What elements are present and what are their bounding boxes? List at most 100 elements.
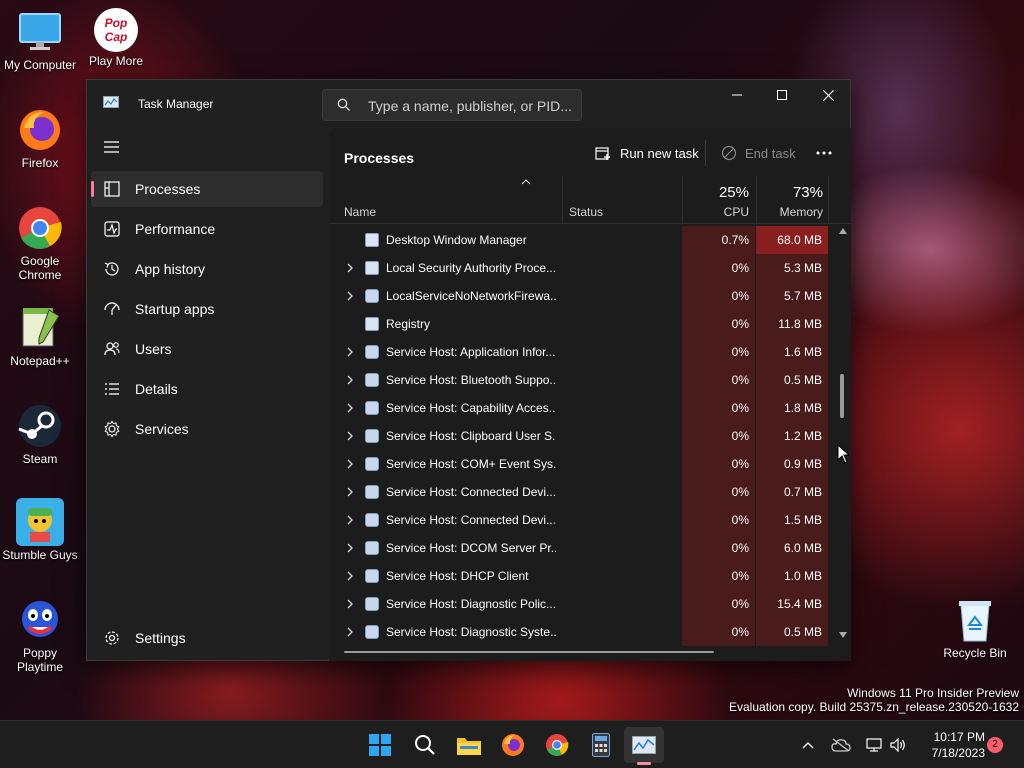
network-icon bbox=[866, 738, 882, 752]
run-new-task-button[interactable]: Run new task bbox=[587, 138, 699, 168]
taskbar-chrome[interactable] bbox=[537, 727, 577, 763]
desk-icon-recycle[interactable]: Recycle Bin bbox=[935, 596, 1015, 660]
sidebar-item-startup-apps[interactable]: Startup apps bbox=[91, 291, 323, 327]
table-row[interactable]: Desktop Window Manager 0.7% 68.0 MB bbox=[329, 226, 839, 254]
popcap-icon: Pop Cap bbox=[94, 8, 138, 52]
maximize-button[interactable] bbox=[759, 80, 805, 110]
table-row[interactable]: Service Host: Connected Devi... 0% 1.5 MB bbox=[329, 506, 839, 534]
process-cpu: 0% bbox=[682, 618, 755, 646]
chevron-right-icon[interactable] bbox=[345, 542, 355, 554]
table-row[interactable]: Service Host: Bluetooth Suppo... 0% 0.5 MB bbox=[329, 366, 839, 394]
desk-icon-my-computer[interactable]: My Computer bbox=[0, 8, 80, 72]
table-row[interactable]: Service Host: Diagnostic Syste... 0% 0.5 M… bbox=[329, 618, 839, 646]
sidebar-item-performance[interactable]: Performance bbox=[91, 211, 323, 247]
taskbar-file-explorer[interactable] bbox=[449, 727, 489, 763]
more-options-button[interactable] bbox=[809, 138, 839, 168]
taskbar-task-manager[interactable] bbox=[624, 727, 664, 763]
processes-panel: Processes Run new task End task Name Sta… bbox=[329, 128, 851, 661]
scroll-up-arrow-icon[interactable] bbox=[839, 228, 847, 234]
column-header-status[interactable]: Status bbox=[569, 205, 603, 219]
vertical-scrollbar[interactable] bbox=[837, 226, 849, 646]
quick-settings-button[interactable] bbox=[858, 727, 914, 763]
process-memory: 5.7 MB bbox=[756, 282, 828, 310]
taskbar-search-button[interactable] bbox=[405, 727, 445, 763]
window-title: Task Manager bbox=[138, 97, 214, 111]
horizontal-scrollbar-thumb[interactable] bbox=[344, 651, 714, 653]
chevron-right-icon[interactable] bbox=[345, 514, 355, 526]
sidebar-item-label: Details bbox=[135, 381, 178, 397]
sidebar-item-settings[interactable]: Settings bbox=[91, 620, 323, 656]
table-row[interactable]: Service Host: COM+ Event Sys... 0% 0.9 MB bbox=[329, 450, 839, 478]
desk-icon-firefox[interactable]: Firefox bbox=[0, 106, 80, 170]
sort-ascending-icon[interactable] bbox=[521, 179, 531, 185]
notification-badge[interactable]: 2 bbox=[987, 737, 1003, 753]
chevron-right-icon[interactable] bbox=[345, 458, 355, 470]
sidebar-item-services[interactable]: Services bbox=[91, 411, 323, 447]
process-name: Service Host: DHCP Client bbox=[386, 569, 529, 583]
windows-logo-icon bbox=[369, 734, 391, 756]
search-icon bbox=[337, 98, 350, 111]
table-row[interactable]: Service Host: Diagnostic Polic... 0% 15.4 … bbox=[329, 590, 839, 618]
desk-icon-steam[interactable]: Steam bbox=[0, 402, 80, 466]
desk-icon-play-more[interactable]: Pop Cap Play More bbox=[76, 8, 156, 68]
clock-time: 10:17 PM bbox=[933, 730, 985, 744]
chevron-right-icon[interactable] bbox=[345, 570, 355, 582]
folder-icon bbox=[457, 738, 481, 755]
table-row[interactable]: Service Host: Clipboard User S... 0% 1.2 M… bbox=[329, 422, 839, 450]
start-button[interactable] bbox=[360, 727, 400, 763]
sidebar-item-processes[interactable]: Processes bbox=[91, 171, 323, 207]
sidebar-item-users[interactable]: Users bbox=[91, 331, 323, 367]
process-list: Desktop Window Manager 0.7% 68.0 MB Local S… bbox=[329, 226, 839, 646]
search-input[interactable] bbox=[368, 96, 573, 116]
hamburger-menu-icon[interactable] bbox=[103, 140, 121, 154]
table-row[interactable]: Registry 0% 11.8 MB bbox=[329, 310, 839, 338]
search-icon bbox=[415, 735, 435, 755]
desk-icon-poppy[interactable]: Poppy Playtime bbox=[0, 596, 80, 674]
chrome-icon bbox=[546, 734, 569, 756]
chevron-right-icon[interactable] bbox=[345, 290, 355, 302]
process-name: Service Host: Diagnostic Syste... bbox=[386, 625, 556, 639]
taskbar-firefox[interactable] bbox=[493, 727, 533, 763]
column-header-cpu[interactable]: CPU bbox=[689, 205, 749, 219]
end-task-button[interactable]: End task bbox=[711, 138, 801, 168]
service-host-icon bbox=[365, 625, 379, 639]
table-row[interactable]: Service Host: Application Infor... 0% 1.6 … bbox=[329, 338, 839, 366]
chevron-right-icon[interactable] bbox=[345, 402, 355, 414]
table-row[interactable]: LocalServiceNoNetworkFirewa... 0% 5.7 MB bbox=[329, 282, 839, 310]
table-row[interactable]: Local Security Authority Proce... 0% 5.3 M… bbox=[329, 254, 839, 282]
column-header-name[interactable]: Name bbox=[344, 205, 376, 219]
scroll-down-arrow-icon[interactable] bbox=[839, 632, 847, 638]
chevron-right-icon[interactable] bbox=[345, 598, 355, 610]
chevron-right-icon[interactable] bbox=[345, 346, 355, 358]
sidebar-item-label: Settings bbox=[135, 630, 186, 646]
scrollbar-thumb[interactable] bbox=[840, 374, 844, 418]
calculator-icon bbox=[592, 733, 610, 757]
sidebar-item-app-history[interactable]: App history bbox=[91, 251, 323, 287]
chevron-right-icon[interactable] bbox=[345, 262, 355, 274]
title-bar[interactable]: Task Manager bbox=[87, 80, 852, 128]
column-header-memory[interactable]: Memory bbox=[761, 205, 823, 219]
sidebar-item-details[interactable]: Details bbox=[91, 371, 323, 407]
table-row[interactable]: Service Host: Connected Devi... 0% 0.7 MB bbox=[329, 478, 839, 506]
onedrive-button[interactable] bbox=[826, 727, 856, 763]
taskbar-calculator[interactable] bbox=[581, 727, 621, 763]
show-hidden-icons-button[interactable] bbox=[793, 727, 823, 763]
process-cpu: 0% bbox=[682, 282, 755, 310]
desk-icon-notepad[interactable]: Notepad++ bbox=[0, 304, 80, 368]
desk-icon-chrome[interactable]: Google Chrome bbox=[0, 204, 80, 282]
table-row[interactable]: Service Host: DHCP Client 0% 1.0 MB bbox=[329, 562, 839, 590]
active-app-indicator bbox=[637, 762, 651, 765]
chevron-right-icon[interactable] bbox=[345, 430, 355, 442]
clock[interactable]: 10:17 PM 7/18/2023 bbox=[915, 729, 985, 761]
table-row[interactable]: Service Host: DCOM Server Pr... 0% 6.0 MB bbox=[329, 534, 839, 562]
process-name: Registry bbox=[386, 317, 431, 331]
chevron-right-icon[interactable] bbox=[345, 374, 355, 386]
desk-icon-stumble[interactable]: Stumble Guys bbox=[0, 498, 80, 562]
chevron-right-icon[interactable] bbox=[345, 486, 355, 498]
table-row[interactable]: Service Host: Capability Acces... 0% 1.8 M… bbox=[329, 394, 839, 422]
minimize-button[interactable] bbox=[714, 80, 760, 110]
close-button[interactable] bbox=[805, 80, 851, 110]
chrome-icon bbox=[16, 204, 64, 252]
chevron-right-icon[interactable] bbox=[345, 626, 355, 638]
search-box[interactable] bbox=[322, 89, 582, 121]
